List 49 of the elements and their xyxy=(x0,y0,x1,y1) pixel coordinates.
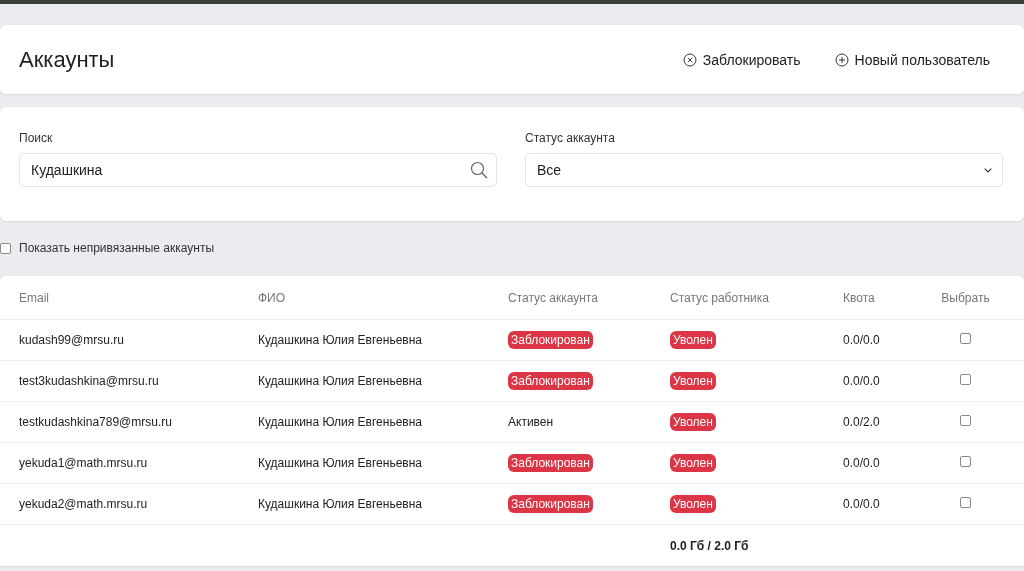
status-badge: Уволен xyxy=(670,454,716,472)
quota-total: 0.0 Гб / 2.0 Гб xyxy=(670,538,749,553)
column-header: Квота xyxy=(843,276,937,320)
status-badge: Заблокирован xyxy=(508,331,593,349)
column-header: Email xyxy=(0,276,258,320)
email-cell: testkudashkina789@mrsu.ru xyxy=(19,415,172,429)
column-header: Статус аккаунта xyxy=(508,276,670,320)
email-cell: yekuda1@math.mrsu.ru xyxy=(19,456,148,470)
status-badge: Заблокирован xyxy=(508,495,593,513)
status-badge: Уволен xyxy=(670,331,716,349)
status-badge: Заблокирован xyxy=(508,454,593,472)
checkbox-label: Показать непривязанные аккаунты xyxy=(19,241,215,255)
field-label: Поиск xyxy=(19,131,54,145)
email-cell: kudash99@mrsu.ru xyxy=(19,333,124,347)
status-badge: Заблокирован xyxy=(508,372,593,390)
name-cell: Кудашкина Юлия Евгеньевна xyxy=(258,497,422,511)
search-field[interactable]: Кудашкина xyxy=(19,153,497,187)
status-badge: Уволен xyxy=(670,372,716,390)
name-cell: Кудашкина Юлия Евгеньевна xyxy=(258,456,422,470)
column-header: Выбрать xyxy=(937,276,1024,320)
block-button[interactable]: Заблокировать xyxy=(682,51,801,68)
quota-cell: 0.0/0.0 xyxy=(843,456,880,470)
row-checkbox[interactable] xyxy=(960,456,971,467)
status-badge: Уволен xyxy=(670,413,716,431)
row-checkbox[interactable] xyxy=(960,374,971,385)
row-checkbox[interactable] xyxy=(960,497,971,508)
cancel-icon xyxy=(682,52,697,67)
name-cell: Кудашкина Юлия Евгеньевна xyxy=(258,374,422,388)
row-checkbox[interactable] xyxy=(960,415,971,426)
quota-cell: 0.0/2.0 xyxy=(843,415,880,429)
plus-icon xyxy=(834,52,849,67)
new-user-button[interactable]: Новый пользователь xyxy=(834,51,990,68)
quota-cell: 0.0/0.0 xyxy=(843,497,880,511)
search-icon xyxy=(470,161,488,179)
quota-cell: 0.0/0.0 xyxy=(843,333,880,347)
column-header: ФИО xyxy=(258,276,508,320)
status-badge: Уволен xyxy=(670,495,716,513)
quota-cell: 0.0/0.0 xyxy=(843,374,880,388)
column-header: Статус работника xyxy=(670,276,843,320)
page-title: Аккаунты xyxy=(19,46,116,73)
row-checkbox[interactable] xyxy=(960,333,971,344)
email-cell: yekuda2@math.mrsu.ru xyxy=(19,497,148,511)
status-text: Активен xyxy=(508,415,554,429)
name-cell: Кудашкина Юлия Евгеньевна xyxy=(258,333,422,347)
status-dropdown[interactable]: Все xyxy=(525,153,1003,187)
field-label: Статус аккаунта xyxy=(525,131,616,145)
email-cell: test3kudashkina@mrsu.ru xyxy=(19,374,159,388)
name-cell: Кудашкина Юлия Евгеньевна xyxy=(258,415,422,429)
checkbox[interactable] xyxy=(0,242,11,254)
